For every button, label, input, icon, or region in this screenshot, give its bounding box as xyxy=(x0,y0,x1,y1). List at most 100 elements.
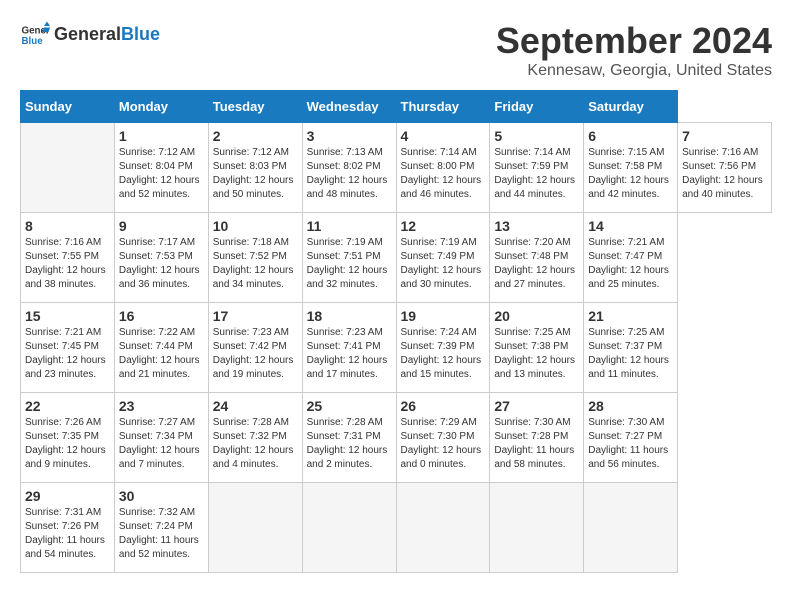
day-number: 3 xyxy=(307,128,392,144)
calendar-day: 11Sunrise: 7:19 AMSunset: 7:51 PMDayligh… xyxy=(302,213,396,303)
calendar-day: 19 Sunrise: 7:24 AMSunset: 7:39 PMDayligh… xyxy=(396,303,490,393)
day-info: Sunrise: 7:30 AMSunset: 7:27 PMDaylight:… xyxy=(588,416,673,472)
day-info: Sunrise: 7:16 AMSunset: 7:55 PMDaylight:… xyxy=(25,236,110,292)
day-number: 9 xyxy=(119,218,204,234)
calendar-day: 18 Sunrise: 7:23 AMSunset: 7:41 PMDayligh… xyxy=(302,303,396,393)
day-info: Sunrise: 7:23 AMSunset: 7:41 PMDaylight:… xyxy=(307,326,392,382)
calendar-day: 28 Sunrise: 7:30 AMSunset: 7:27 PMDayligh… xyxy=(584,393,678,483)
day-header-friday: Friday xyxy=(490,91,584,123)
title-section: September 2024 Kennesaw, Georgia, United… xyxy=(496,20,772,80)
day-info: Sunrise: 7:13 AMSunset: 8:02 PMDaylight:… xyxy=(307,146,392,202)
day-number: 25 xyxy=(307,398,392,414)
day-info: Sunrise: 7:12 AMSunset: 8:04 PMDaylight:… xyxy=(119,146,204,202)
day-number: 23 xyxy=(119,398,204,414)
calendar-day: 1 Sunrise: 7:12 AMSunset: 8:04 PMDaylight… xyxy=(114,123,208,213)
day-info: Sunrise: 7:28 AMSunset: 7:31 PMDaylight:… xyxy=(307,416,392,472)
day-info: Sunrise: 7:14 AMSunset: 7:59 PMDaylight:… xyxy=(494,146,579,202)
logo: General Blue GeneralBlue xyxy=(20,20,160,50)
calendar-day: 8 Sunrise: 7:16 AMSunset: 7:55 PMDaylight… xyxy=(21,213,115,303)
calendar-day xyxy=(302,483,396,573)
calendar-day: 13 Sunrise: 7:20 AMSunset: 7:48 PMDayligh… xyxy=(490,213,584,303)
calendar-week-row: 29 Sunrise: 7:31 AMSunset: 7:26 PMDayligh… xyxy=(21,483,772,573)
day-number: 5 xyxy=(494,128,579,144)
day-info: Sunrise: 7:21 AMSunset: 7:47 PMDaylight:… xyxy=(588,236,673,292)
day-number: 8 xyxy=(25,218,110,234)
day-header-sunday: Sunday xyxy=(21,91,115,123)
day-number: 12 xyxy=(401,218,486,234)
logo-icon: General Blue xyxy=(20,20,50,50)
day-number: 27 xyxy=(494,398,579,414)
day-info: Sunrise: 7:20 AMSunset: 7:48 PMDaylight:… xyxy=(494,236,579,292)
day-number: 20 xyxy=(494,308,579,324)
day-header-saturday: Saturday xyxy=(584,91,678,123)
day-number: 28 xyxy=(588,398,673,414)
day-number: 14 xyxy=(588,218,673,234)
day-info: Sunrise: 7:29 AMSunset: 7:30 PMDaylight:… xyxy=(401,416,486,472)
calendar-day: 5 Sunrise: 7:14 AMSunset: 7:59 PMDaylight… xyxy=(490,123,584,213)
day-header-monday: Monday xyxy=(114,91,208,123)
calendar-day: 20 Sunrise: 7:25 AMSunset: 7:38 PMDayligh… xyxy=(490,303,584,393)
calendar-day: 25 Sunrise: 7:28 AMSunset: 7:31 PMDayligh… xyxy=(302,393,396,483)
day-info: Sunrise: 7:12 AMSunset: 8:03 PMDaylight:… xyxy=(213,146,298,202)
day-number: 1 xyxy=(119,128,204,144)
day-info: Sunrise: 7:15 AMSunset: 7:58 PMDaylight:… xyxy=(588,146,673,202)
calendar-day xyxy=(490,483,584,573)
calendar-day: 12Sunrise: 7:19 AMSunset: 7:49 PMDayligh… xyxy=(396,213,490,303)
logo-blue-text: Blue xyxy=(121,24,160,44)
day-info: Sunrise: 7:24 AMSunset: 7:39 PMDaylight:… xyxy=(401,326,486,382)
day-header-thursday: Thursday xyxy=(396,91,490,123)
calendar-day: 3 Sunrise: 7:13 AMSunset: 8:02 PMDaylight… xyxy=(302,123,396,213)
calendar-week-row: 15 Sunrise: 7:21 AMSunset: 7:45 PMDayligh… xyxy=(21,303,772,393)
calendar-day: 27Sunrise: 7:30 AMSunset: 7:28 PMDayligh… xyxy=(490,393,584,483)
day-number: 21 xyxy=(588,308,673,324)
calendar-day xyxy=(21,123,115,213)
day-info: Sunrise: 7:27 AMSunset: 7:34 PMDaylight:… xyxy=(119,416,204,472)
svg-text:Blue: Blue xyxy=(22,36,44,47)
calendar-table: SundayMondayTuesdayWednesdayThursdayFrid… xyxy=(20,90,772,573)
day-number: 22 xyxy=(25,398,110,414)
calendar-day xyxy=(208,483,302,573)
day-number: 17 xyxy=(213,308,298,324)
day-info: Sunrise: 7:21 AMSunset: 7:45 PMDaylight:… xyxy=(25,326,110,382)
day-number: 6 xyxy=(588,128,673,144)
calendar-day: 14 Sunrise: 7:21 AMSunset: 7:47 PMDayligh… xyxy=(584,213,678,303)
calendar-day xyxy=(584,483,678,573)
day-info: Sunrise: 7:17 AMSunset: 7:53 PMDaylight:… xyxy=(119,236,204,292)
calendar-day: 16Sunrise: 7:22 AMSunset: 7:44 PMDayligh… xyxy=(114,303,208,393)
calendar-day: 10Sunrise: 7:18 AMSunset: 7:52 PMDayligh… xyxy=(208,213,302,303)
day-number: 13 xyxy=(494,218,579,234)
calendar-week-row: 22Sunrise: 7:26 AMSunset: 7:35 PMDayligh… xyxy=(21,393,772,483)
day-info: Sunrise: 7:31 AMSunset: 7:26 PMDaylight:… xyxy=(25,506,110,562)
calendar-week-row: 1 Sunrise: 7:12 AMSunset: 8:04 PMDaylight… xyxy=(21,123,772,213)
day-number: 4 xyxy=(401,128,486,144)
day-number: 7 xyxy=(682,128,767,144)
day-number: 15 xyxy=(25,308,110,324)
day-info: Sunrise: 7:32 AMSunset: 7:24 PMDaylight:… xyxy=(119,506,204,562)
calendar-header-row: SundayMondayTuesdayWednesdayThursdayFrid… xyxy=(21,91,772,123)
calendar-day: 21 Sunrise: 7:25 AMSunset: 7:37 PMDayligh… xyxy=(584,303,678,393)
day-number: 2 xyxy=(213,128,298,144)
calendar-day: 17 Sunrise: 7:23 AMSunset: 7:42 PMDayligh… xyxy=(208,303,302,393)
calendar-day: 29 Sunrise: 7:31 AMSunset: 7:26 PMDayligh… xyxy=(21,483,115,573)
day-number: 29 xyxy=(25,488,110,504)
day-info: Sunrise: 7:23 AMSunset: 7:42 PMDaylight:… xyxy=(213,326,298,382)
day-info: Sunrise: 7:28 AMSunset: 7:32 PMDaylight:… xyxy=(213,416,298,472)
calendar-day: 2 Sunrise: 7:12 AMSunset: 8:03 PMDaylight… xyxy=(208,123,302,213)
calendar-day: 23 Sunrise: 7:27 AMSunset: 7:34 PMDayligh… xyxy=(114,393,208,483)
header: General Blue GeneralBlue September 2024 … xyxy=(20,20,772,80)
calendar-day: 9 Sunrise: 7:17 AMSunset: 7:53 PMDaylight… xyxy=(114,213,208,303)
day-info: Sunrise: 7:22 AMSunset: 7:44 PMDaylight:… xyxy=(119,326,204,382)
day-info: Sunrise: 7:25 AMSunset: 7:37 PMDaylight:… xyxy=(588,326,673,382)
day-info: Sunrise: 7:14 AMSunset: 8:00 PMDaylight:… xyxy=(401,146,486,202)
day-number: 24 xyxy=(213,398,298,414)
calendar-day: 6 Sunrise: 7:15 AMSunset: 7:58 PMDaylight… xyxy=(584,123,678,213)
calendar-day: 15 Sunrise: 7:21 AMSunset: 7:45 PMDayligh… xyxy=(21,303,115,393)
day-number: 19 xyxy=(401,308,486,324)
calendar-day xyxy=(396,483,490,573)
calendar-day: 7Sunrise: 7:16 AMSunset: 7:56 PMDaylight… xyxy=(678,123,772,213)
day-number: 11 xyxy=(307,218,392,234)
day-header-tuesday: Tuesday xyxy=(208,91,302,123)
day-number: 18 xyxy=(307,308,392,324)
logo-text: GeneralBlue xyxy=(54,25,160,45)
day-info: Sunrise: 7:25 AMSunset: 7:38 PMDaylight:… xyxy=(494,326,579,382)
